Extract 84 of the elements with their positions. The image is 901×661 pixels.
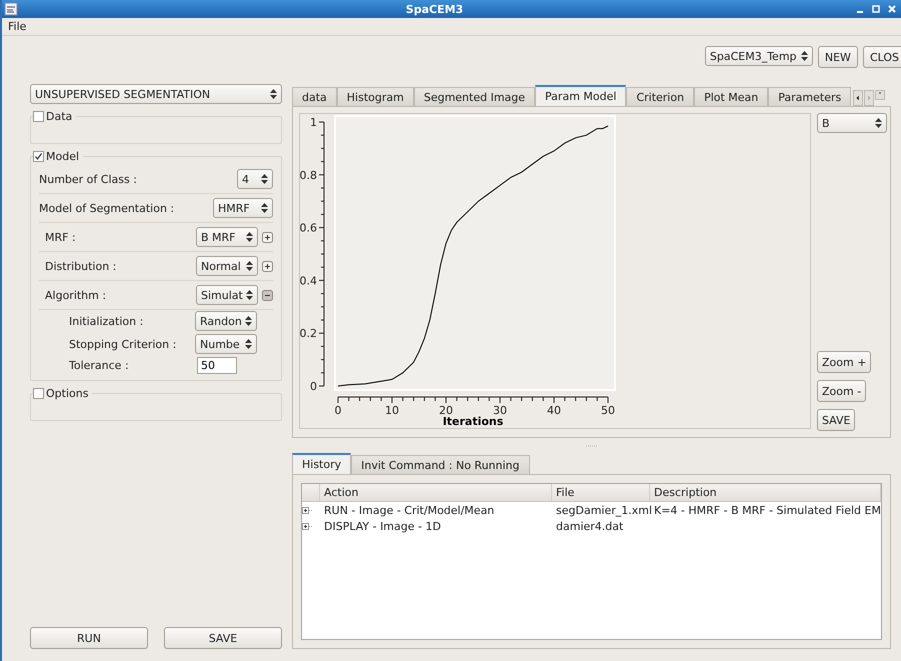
- arrows-icon: [261, 203, 268, 213]
- action-button[interactable]: RUN: [30, 627, 148, 649]
- checkbox[interactable]: [33, 151, 44, 162]
- dropdown[interactable]: UNSUPERVISED SEGMENTATION: [30, 84, 282, 104]
- column-header[interactable]: File: [552, 484, 650, 501]
- scroll-left-icon[interactable]: [853, 90, 864, 106]
- arrows-icon: [261, 174, 268, 184]
- chart-button[interactable]: Zoom +: [817, 351, 872, 373]
- checkbox[interactable]: [33, 111, 44, 122]
- x-tick-label: 40: [547, 404, 561, 417]
- tab[interactable]: Segmented Image: [414, 87, 536, 106]
- tab[interactable]: Plot Mean: [694, 87, 768, 106]
- table-cell-text: K=4 - HMRF - B MRF - Simulated Field EM: [653, 504, 882, 516]
- y-tick-label: 0.8: [300, 168, 317, 182]
- y-axis: 0 0.2 0.4 0.6 0.8 1: [300, 116, 324, 393]
- y-tick-label: 0: [310, 380, 317, 393]
- group-title: Options: [46, 387, 88, 400]
- field-label: Number of Class :: [39, 172, 137, 186]
- field-label: Tolerance :: [68, 359, 129, 372]
- x-axis: 0 10 20 30 40 50: [334, 396, 615, 417]
- menu-item[interactable]: File: [6, 20, 28, 33]
- expand-icon[interactable]: [302, 505, 314, 515]
- table-cell-text: segDamier_1.xml: [555, 504, 650, 516]
- splitter-handle[interactable]: [586, 444, 598, 448]
- window-title: SpaCEM3: [404, 2, 464, 16]
- tab[interactable]: Invit Command : No Running: [351, 455, 530, 474]
- dropdown[interactable]: Randon: [195, 311, 257, 331]
- arrows-icon: [245, 316, 252, 326]
- field-label: Model of Segmentation :: [39, 202, 174, 214]
- group-title: Data: [46, 110, 72, 123]
- chart-button[interactable]: SAVE: [817, 409, 856, 431]
- y-tick-label: 0.6: [300, 222, 317, 235]
- x-tick-label: 10: [385, 404, 399, 417]
- app-icon: [4, 2, 18, 16]
- action-button[interactable]: SAVE: [164, 627, 282, 649]
- x-tick-label: 50: [601, 404, 615, 417]
- table-cell-text: RUN - Image - Crit/Model/Mean: [323, 504, 496, 516]
- tab[interactable]: History: [292, 453, 352, 474]
- field-label: Distribution :: [45, 260, 116, 272]
- y-tick-label: 0.4: [300, 274, 317, 288]
- dropdown[interactable]: SpaCEM3_Temp: [704, 46, 813, 66]
- arrows-icon: [246, 232, 253, 242]
- toolbar-button[interactable]: NEW: [818, 46, 858, 68]
- field-label: MRF :: [45, 230, 76, 244]
- checkbox[interactable]: [33, 388, 44, 399]
- y-tick-label: 0.2: [300, 327, 317, 340]
- group-title: Model: [46, 150, 80, 163]
- expand-icon[interactable]: [262, 260, 273, 272]
- tab[interactable]: Histogram: [336, 87, 414, 106]
- arrows-icon: [246, 290, 253, 300]
- arrows-icon: [245, 339, 252, 349]
- dropdown[interactable]: Simulat: [196, 285, 258, 305]
- x-tick-label: 20: [439, 404, 453, 417]
- tolerance-field[interactable]: 50: [197, 357, 237, 374]
- chart-button[interactable]: Zoom -: [817, 380, 866, 402]
- table-cell-text: damier4.dat: [555, 520, 624, 532]
- arrows-icon: [875, 118, 882, 128]
- column-header[interactable]: Action: [320, 484, 552, 501]
- arrows-icon: [270, 89, 277, 99]
- x-axis-label: Iterations: [442, 415, 504, 428]
- arrows-icon: [800, 51, 808, 61]
- toolbar-button[interactable]: CLOS: [862, 46, 901, 68]
- spin-box[interactable]: 4: [237, 169, 273, 189]
- tab[interactable]: Criterion: [626, 87, 694, 106]
- dropdown[interactable]: B: [817, 113, 887, 133]
- table-cell-text: DISPLAY - Image - 1D: [323, 520, 442, 532]
- dropdown[interactable]: Normal: [196, 256, 258, 276]
- dropdown[interactable]: B MRF: [196, 227, 258, 247]
- y-tick-label: 1: [310, 116, 317, 129]
- field-label: Algorithm :: [45, 288, 106, 302]
- collapse-icon[interactable]: [262, 290, 273, 300]
- x-tick-label: 0: [334, 404, 342, 417]
- expand-icon[interactable]: [302, 521, 314, 531]
- field-label: Stopping Criterion :: [68, 338, 176, 350]
- tab[interactable]: Parameters: [768, 87, 852, 106]
- expand-icon[interactable]: [262, 232, 273, 242]
- arrows-icon: [246, 261, 253, 271]
- field-label: Initialization :: [68, 314, 144, 328]
- tab[interactable]: Param Model: [535, 85, 626, 106]
- dropdown[interactable]: Numbe: [195, 334, 257, 354]
- dropdown[interactable]: HMRF: [213, 198, 273, 218]
- column-header[interactable]: Description: [650, 484, 881, 501]
- x-tick-label: 30: [493, 404, 507, 417]
- tab[interactable]: data: [292, 87, 337, 106]
